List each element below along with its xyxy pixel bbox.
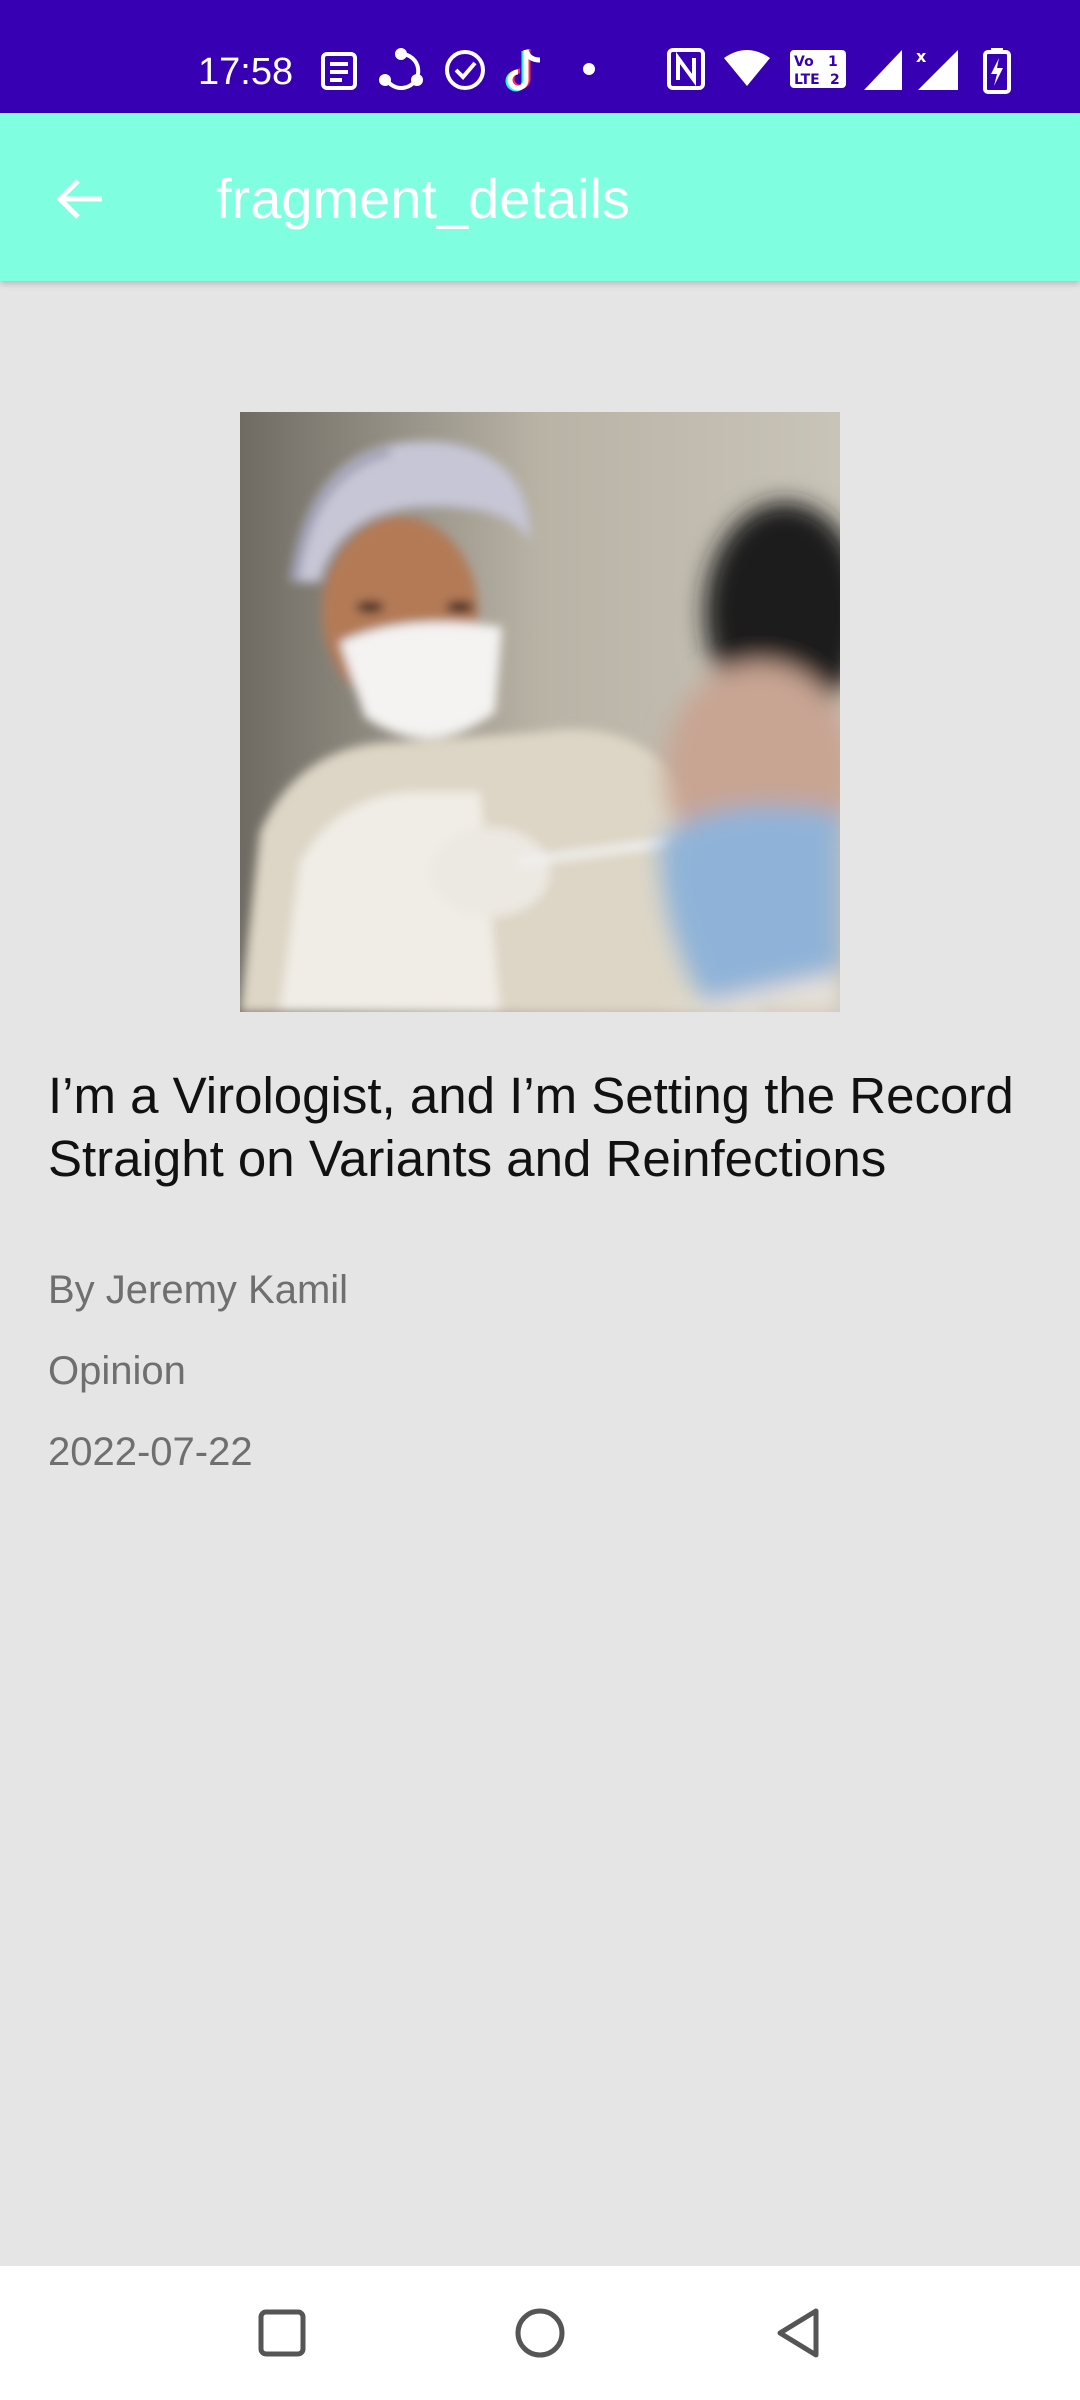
arrow-back-icon (56, 179, 102, 219)
app-title: fragment_details (216, 167, 631, 230)
recents-button[interactable] (222, 2266, 342, 2400)
home-circle-icon (515, 2308, 565, 2358)
status-time: 17:58 (198, 51, 294, 93)
article-title: I’m a Virologist, and I’m Setting the Re… (48, 1067, 1014, 1187)
battery-charging-icon (983, 48, 1011, 94)
home-button[interactable] (480, 2266, 600, 2400)
back-button[interactable] (44, 163, 116, 235)
svg-text:Vo: Vo (794, 54, 814, 70)
article-date: 2022-07-22 (48, 1430, 253, 1474)
dot-icon (583, 63, 595, 75)
news-icon (321, 52, 357, 90)
svg-text:1: 1 (828, 54, 838, 70)
check-circle-icon (445, 50, 485, 90)
nfc-icon (667, 48, 705, 90)
nav-back-button[interactable] (738, 2266, 858, 2400)
volte-icon: Vo LTE 1 2 (790, 50, 846, 88)
status-bar: 17:58 Vo LTE 1 2 x (0, 0, 1080, 113)
signal-icon (864, 50, 902, 90)
svg-text:x: x (916, 47, 927, 66)
article-author: By Jeremy Kamil (48, 1268, 349, 1312)
svg-text:2: 2 (830, 72, 840, 88)
back-triangle-icon (777, 2308, 819, 2358)
article-image (240, 412, 840, 1012)
recents-square-icon (258, 2309, 306, 2357)
app-bar: fragment_details (0, 113, 1080, 281)
wifi-icon (724, 50, 770, 86)
svg-text:LTE: LTE (794, 72, 820, 88)
article-section: Opinion (48, 1349, 186, 1393)
signal-x-icon: x (916, 47, 958, 90)
navigation-bar (0, 2266, 1080, 2400)
share-icon (379, 48, 423, 90)
tiktok-icon (505, 49, 541, 92)
